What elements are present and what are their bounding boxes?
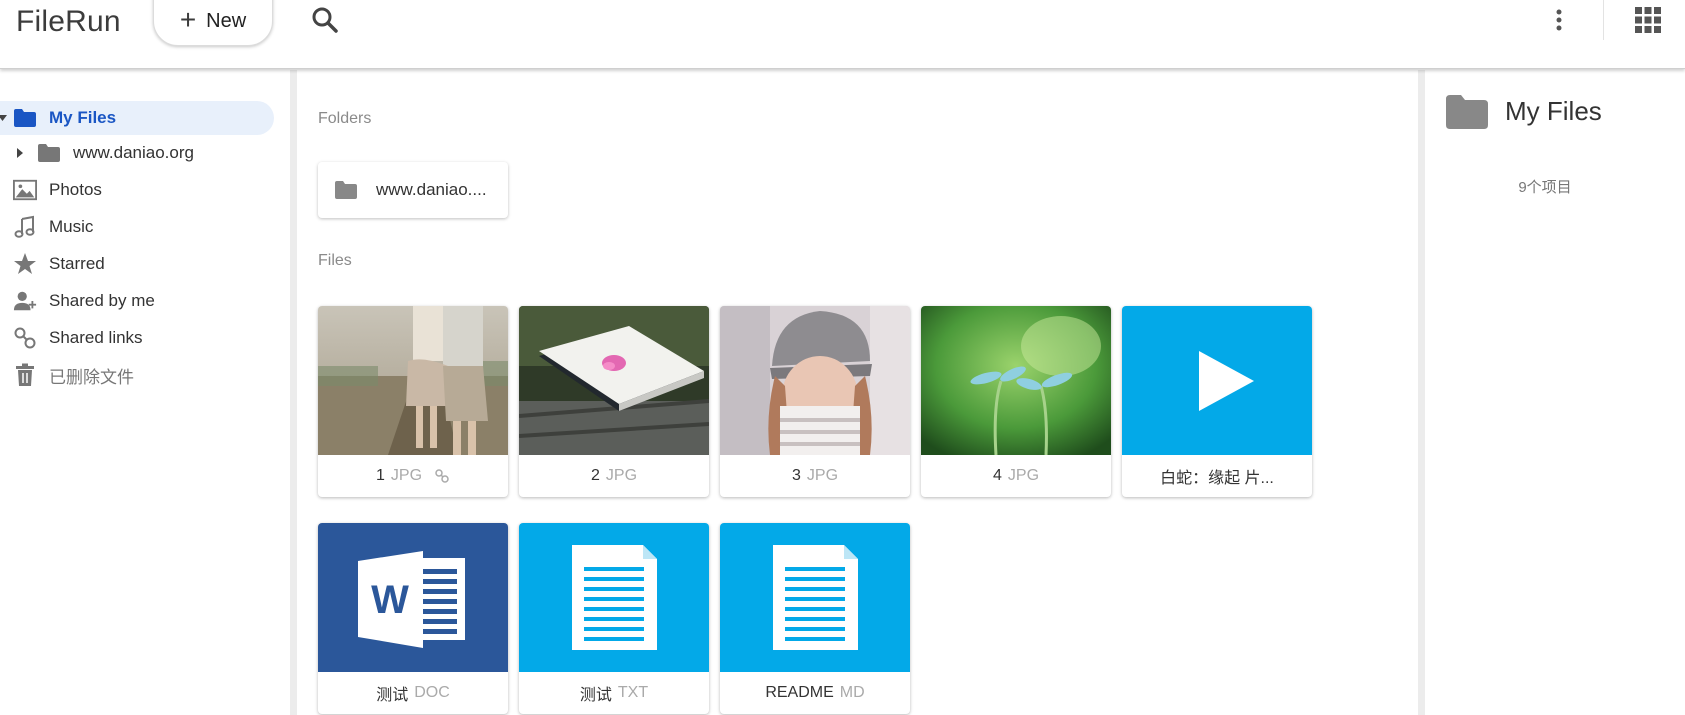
files-section-label: Files	[318, 252, 352, 269]
file-name-row: 白蛇：缘起 片...	[1122, 455, 1312, 497]
sidebar: My Files www.daniao.org Photos Music Sta…	[0, 70, 290, 715]
sidebar-item-trash[interactable]: 已删除文件	[0, 358, 274, 392]
sidebar-item-label: Music	[49, 217, 94, 236]
image-thumbnail	[720, 306, 910, 455]
file-name-row: 3 JPG	[720, 455, 910, 497]
file-name-row: 1 JPG	[318, 455, 508, 497]
file-card[interactable]: 测试 TXT	[519, 523, 709, 714]
file-name: 4	[992, 467, 1002, 484]
file-extension: JPG	[390, 467, 423, 484]
file-card[interactable]: 4 JPG	[921, 306, 1111, 497]
word-icon: W	[358, 551, 465, 648]
photo-icon	[13, 178, 37, 202]
caret-right-icon[interactable]	[15, 148, 25, 158]
folders-section-label: Folders	[318, 110, 372, 127]
sidebar-item-label: Shared by me	[49, 291, 155, 310]
folder-icon	[334, 180, 358, 200]
video-thumbnail	[1122, 306, 1312, 455]
folder-card[interactable]: www.daniao....	[318, 162, 508, 218]
sidebar-item-my-files[interactable]: My Files	[0, 101, 274, 135]
item-count: 9个项目	[1518, 179, 1572, 196]
file-name-row: 2 JPG	[519, 455, 709, 497]
plus-icon: +	[179, 4, 197, 35]
file-card[interactable]: 1 JPG	[318, 306, 508, 497]
star-icon	[13, 252, 37, 276]
file-extension: MD	[839, 684, 865, 701]
file-name: 测试	[579, 687, 612, 704]
file-name-row: README MD	[720, 672, 910, 714]
text-doc-thumbnail	[519, 523, 709, 672]
music-note-icon	[13, 215, 37, 239]
search-icon[interactable]	[311, 6, 343, 38]
folder-icon	[37, 141, 61, 165]
image-thumbnail	[519, 306, 709, 455]
file-extension: DOC	[414, 684, 450, 701]
file-name: 3	[791, 467, 801, 484]
word-doc-thumbnail: W	[318, 523, 508, 672]
file-name-row: 测试 DOC	[318, 672, 508, 714]
sidebar-item-music[interactable]: Music	[0, 210, 274, 244]
more-vert-icon[interactable]	[1547, 6, 1571, 36]
folder-name: www.daniao....	[376, 180, 487, 199]
person-add-icon	[13, 289, 37, 313]
file-extension: JPG	[605, 467, 638, 484]
file-name: 白蛇：缘起 片...	[1160, 470, 1274, 487]
new-button[interactable]: + New	[153, 0, 273, 46]
trash-icon	[13, 363, 37, 387]
file-card[interactable]: 2 JPG	[519, 306, 709, 497]
play-icon	[1199, 351, 1254, 411]
file-name: 2	[590, 467, 600, 484]
sidebar-item-shared-by-me[interactable]: Shared by me	[0, 284, 274, 318]
file-name-row: 4 JPG	[921, 455, 1111, 497]
file-card[interactable]: 白蛇：缘起 片...	[1122, 306, 1312, 497]
sidebar-item-label: Starred	[49, 254, 105, 273]
sidebar-item-www-daniao-org[interactable]: www.daniao.org	[0, 136, 274, 170]
app-title: FileRun	[16, 5, 121, 38]
svg-text:W: W	[371, 578, 409, 622]
header-divider	[1603, 0, 1604, 40]
details-title: My Files	[1505, 96, 1602, 126]
file-extension: JPG	[1007, 467, 1040, 484]
link-icon	[13, 326, 37, 350]
sidebar-divider	[290, 70, 297, 715]
file-extension: TXT	[617, 684, 649, 701]
apps-grid-icon[interactable]	[1634, 6, 1664, 36]
folder-icon	[13, 106, 37, 130]
folder-icon	[1445, 94, 1489, 130]
file-name: 1	[375, 467, 385, 484]
file-name: README	[765, 684, 834, 701]
sidebar-item-label: Shared links	[49, 328, 143, 347]
file-browser: Folders www.daniao.... Files 1 JPG 2 JPG…	[297, 70, 1418, 715]
link-icon	[435, 469, 449, 483]
file-name: 测试	[376, 687, 409, 704]
sidebar-item-label: www.daniao.org	[73, 143, 194, 162]
file-card[interactable]: README MD	[720, 523, 910, 714]
file-name-row: 测试 TXT	[519, 672, 709, 714]
file-card[interactable]: 3 JPG	[720, 306, 910, 497]
caret-down-icon[interactable]	[0, 113, 8, 123]
sidebar-item-starred[interactable]: Starred	[0, 247, 274, 281]
sidebar-item-label: My Files	[49, 108, 117, 127]
new-button-label: New	[206, 9, 247, 32]
file-extension: JPG	[806, 467, 839, 484]
top-bar: FileRun + New	[0, 0, 1685, 69]
image-thumbnail	[921, 306, 1111, 455]
image-thumbnail	[318, 306, 508, 455]
details-divider	[1418, 70, 1425, 715]
sidebar-item-photos[interactable]: Photos	[0, 173, 274, 207]
text-document-icon	[773, 545, 858, 650]
text-document-icon	[572, 545, 657, 650]
details-panel: My Files 9个项目	[1425, 70, 1685, 715]
sidebar-item-shared-links[interactable]: Shared links	[0, 321, 274, 355]
sidebar-item-label: 已删除文件	[49, 367, 134, 387]
sidebar-item-label: Photos	[49, 180, 102, 199]
text-doc-thumbnail	[720, 523, 910, 672]
file-card[interactable]: W 测试 DOC	[318, 523, 508, 714]
